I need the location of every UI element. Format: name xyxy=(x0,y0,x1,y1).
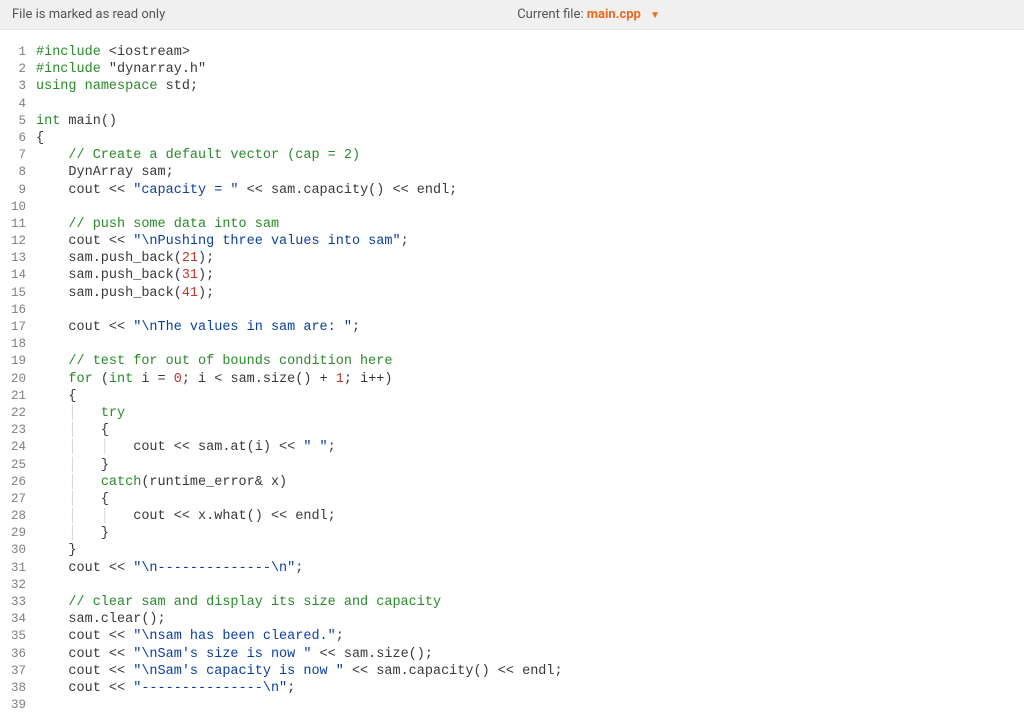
line-number: 27 xyxy=(0,491,26,508)
code-line: sam.push_back(21); xyxy=(36,250,1024,267)
line-number-gutter: 1234567891011121314151617181920212223242… xyxy=(0,44,36,714)
line-number: 39 xyxy=(0,697,26,714)
line-number: 9 xyxy=(0,182,26,199)
code-line: // push some data into sam xyxy=(36,216,1024,233)
line-number: 15 xyxy=(0,285,26,302)
code-line: │ catch(runtime_error& x) xyxy=(36,474,1024,491)
line-number: 10 xyxy=(0,199,26,216)
chevron-down-icon: ▼ xyxy=(650,10,660,21)
code-line: // Create a default vector (cap = 2) xyxy=(36,147,1024,164)
line-number: 14 xyxy=(0,267,26,284)
line-number: 23 xyxy=(0,422,26,439)
code-line: using namespace std; xyxy=(36,78,1024,95)
line-number: 25 xyxy=(0,457,26,474)
line-number: 33 xyxy=(0,594,26,611)
line-number: 16 xyxy=(0,302,26,319)
code-line xyxy=(36,697,1024,714)
line-number: 12 xyxy=(0,233,26,250)
code-line xyxy=(36,199,1024,216)
code-line: // clear sam and display its size and ca… xyxy=(36,594,1024,611)
line-number: 8 xyxy=(0,164,26,181)
line-number: 6 xyxy=(0,130,26,147)
code-line: │ } xyxy=(36,457,1024,474)
code-line xyxy=(36,302,1024,319)
line-number: 11 xyxy=(0,216,26,233)
line-number: 28 xyxy=(0,508,26,525)
line-number: 2 xyxy=(0,61,26,78)
code-line: cout << "---------------\n"; xyxy=(36,680,1024,697)
code-line: sam.push_back(41); xyxy=(36,285,1024,302)
line-number: 26 xyxy=(0,474,26,491)
code-line: │ │ cout << sam.at(i) << " "; xyxy=(36,439,1024,456)
code-line: { xyxy=(36,388,1024,405)
code-line: { xyxy=(36,130,1024,147)
line-number: 1 xyxy=(0,44,26,61)
line-number: 21 xyxy=(0,388,26,405)
code-line: cout << "\n--------------\n"; xyxy=(36,560,1024,577)
line-number: 32 xyxy=(0,577,26,594)
line-number: 4 xyxy=(0,96,26,113)
code-line: sam.push_back(31); xyxy=(36,267,1024,284)
code-line: │ { xyxy=(36,491,1024,508)
line-number: 30 xyxy=(0,542,26,559)
code-line: │ { xyxy=(36,422,1024,439)
current-file-name: main.cpp xyxy=(587,7,641,22)
line-number: 18 xyxy=(0,336,26,353)
code-line: cout << "\nSam's size is now " << sam.si… xyxy=(36,646,1024,663)
code-editor: 1234567891011121314151617181920212223242… xyxy=(0,30,1024,714)
current-file-label: Current file: xyxy=(517,7,583,22)
code-line: cout << "\nPushing three values into sam… xyxy=(36,233,1024,250)
code-line: sam.clear(); xyxy=(36,611,1024,628)
code-line: │ } xyxy=(36,525,1024,542)
line-number: 7 xyxy=(0,147,26,164)
code-line xyxy=(36,336,1024,353)
code-line: cout << "\nsam has been cleared."; xyxy=(36,628,1024,645)
code-line: int main() xyxy=(36,113,1024,130)
editor-header: File is marked as read only Current file… xyxy=(0,0,1024,30)
line-number: 37 xyxy=(0,663,26,680)
line-number: 3 xyxy=(0,78,26,95)
code-line: cout << "capacity = " << sam.capacity() … xyxy=(36,182,1024,199)
code-line: │ │ cout << x.what() << endl; xyxy=(36,508,1024,525)
code-line: #include "dynarray.h" xyxy=(36,61,1024,78)
line-number: 24 xyxy=(0,439,26,456)
code-line xyxy=(36,577,1024,594)
line-number: 34 xyxy=(0,611,26,628)
line-number: 13 xyxy=(0,250,26,267)
code-line: │ try xyxy=(36,405,1024,422)
code-line: // test for out of bounds condition here xyxy=(36,353,1024,370)
line-number: 19 xyxy=(0,353,26,370)
code-content[interactable]: #include <iostream>#include "dynarray.h"… xyxy=(36,44,1024,714)
line-number: 35 xyxy=(0,628,26,645)
code-line: for (int i = 0; i < sam.size() + 1; i++) xyxy=(36,371,1024,388)
line-number: 22 xyxy=(0,405,26,422)
code-line: cout << "\nThe values in sam are: "; xyxy=(36,319,1024,336)
line-number: 20 xyxy=(0,371,26,388)
line-number: 29 xyxy=(0,525,26,542)
line-number: 36 xyxy=(0,646,26,663)
line-number: 5 xyxy=(0,113,26,130)
current-file-selector[interactable]: Current file: main.cpp ▼ xyxy=(165,7,1012,22)
code-line: cout << "\nSam's capacity is now " << sa… xyxy=(36,663,1024,680)
line-number: 31 xyxy=(0,560,26,577)
code-line: DynArray sam; xyxy=(36,164,1024,181)
readonly-indicator: File is marked as read only xyxy=(12,7,165,22)
code-line xyxy=(36,96,1024,113)
code-line: #include <iostream> xyxy=(36,44,1024,61)
line-number: 38 xyxy=(0,680,26,697)
line-number: 17 xyxy=(0,319,26,336)
code-line: } xyxy=(36,542,1024,559)
